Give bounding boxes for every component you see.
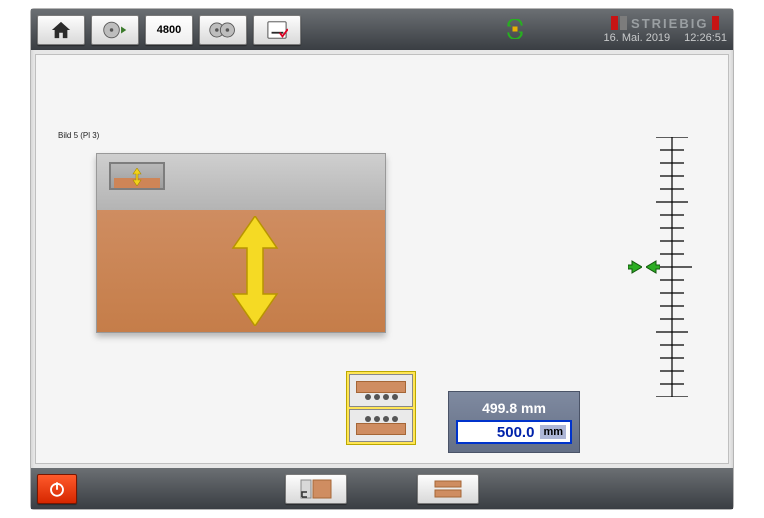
date-label: 16. Mai. 2019 bbox=[604, 32, 671, 44]
layout-stack-button[interactable] bbox=[417, 474, 479, 504]
home-button[interactable] bbox=[37, 15, 85, 45]
position-ruler[interactable] bbox=[646, 137, 698, 397]
measurement-panel: 499.8 mm 500.0 mm bbox=[448, 391, 580, 453]
list-check-icon bbox=[266, 20, 288, 40]
top-toolbar: 4800 STRIEBIG 16. Mai. 2019 12:26:51 bbox=[31, 9, 733, 50]
layout-stack-icon bbox=[431, 478, 465, 500]
picture-label: Bild 5 (Pl 3) bbox=[58, 131, 99, 140]
bottom-toolbar bbox=[31, 468, 733, 509]
dual-blade-icon bbox=[208, 20, 238, 40]
time-label: 12:26:51 bbox=[684, 32, 727, 44]
sync-ok-icon bbox=[505, 19, 525, 39]
mini-updown-arrow-icon bbox=[132, 168, 142, 186]
power-button[interactable] bbox=[37, 474, 77, 504]
blade-left-icon bbox=[102, 19, 128, 41]
feed-option-top[interactable] bbox=[349, 374, 413, 407]
work-area: Bild 5 (Pl 3) 499.8 mm 500. bbox=[35, 54, 729, 464]
power-icon bbox=[48, 480, 66, 498]
brand-logo: STRIEBIG bbox=[611, 16, 719, 31]
measurement-input[interactable]: 500.0 mm bbox=[456, 420, 572, 444]
measurement-unit: mm bbox=[540, 425, 566, 439]
home-icon bbox=[50, 20, 72, 40]
cut-preview-panel bbox=[96, 153, 386, 333]
ruler-pointer-right-icon bbox=[646, 260, 660, 274]
feed-option-group bbox=[346, 371, 416, 445]
counter-value: 4800 bbox=[157, 24, 181, 36]
brand-name: STRIEBIG bbox=[631, 16, 708, 31]
layout-corner-button[interactable] bbox=[285, 474, 347, 504]
measurement-target-value: 500.0 bbox=[462, 424, 534, 441]
list-button[interactable] bbox=[253, 15, 301, 45]
dual-blade-button[interactable] bbox=[199, 15, 247, 45]
updown-arrow-icon bbox=[227, 216, 283, 326]
ruler-pointer-left-icon bbox=[628, 260, 642, 274]
measurement-actual: 499.8 mm bbox=[482, 400, 546, 416]
blade-left-button[interactable] bbox=[91, 15, 139, 45]
preview-mini-gauge bbox=[109, 162, 165, 190]
counter-display[interactable]: 4800 bbox=[145, 15, 193, 45]
feed-option-bottom[interactable] bbox=[349, 409, 413, 442]
layout-corner-icon bbox=[299, 478, 333, 500]
